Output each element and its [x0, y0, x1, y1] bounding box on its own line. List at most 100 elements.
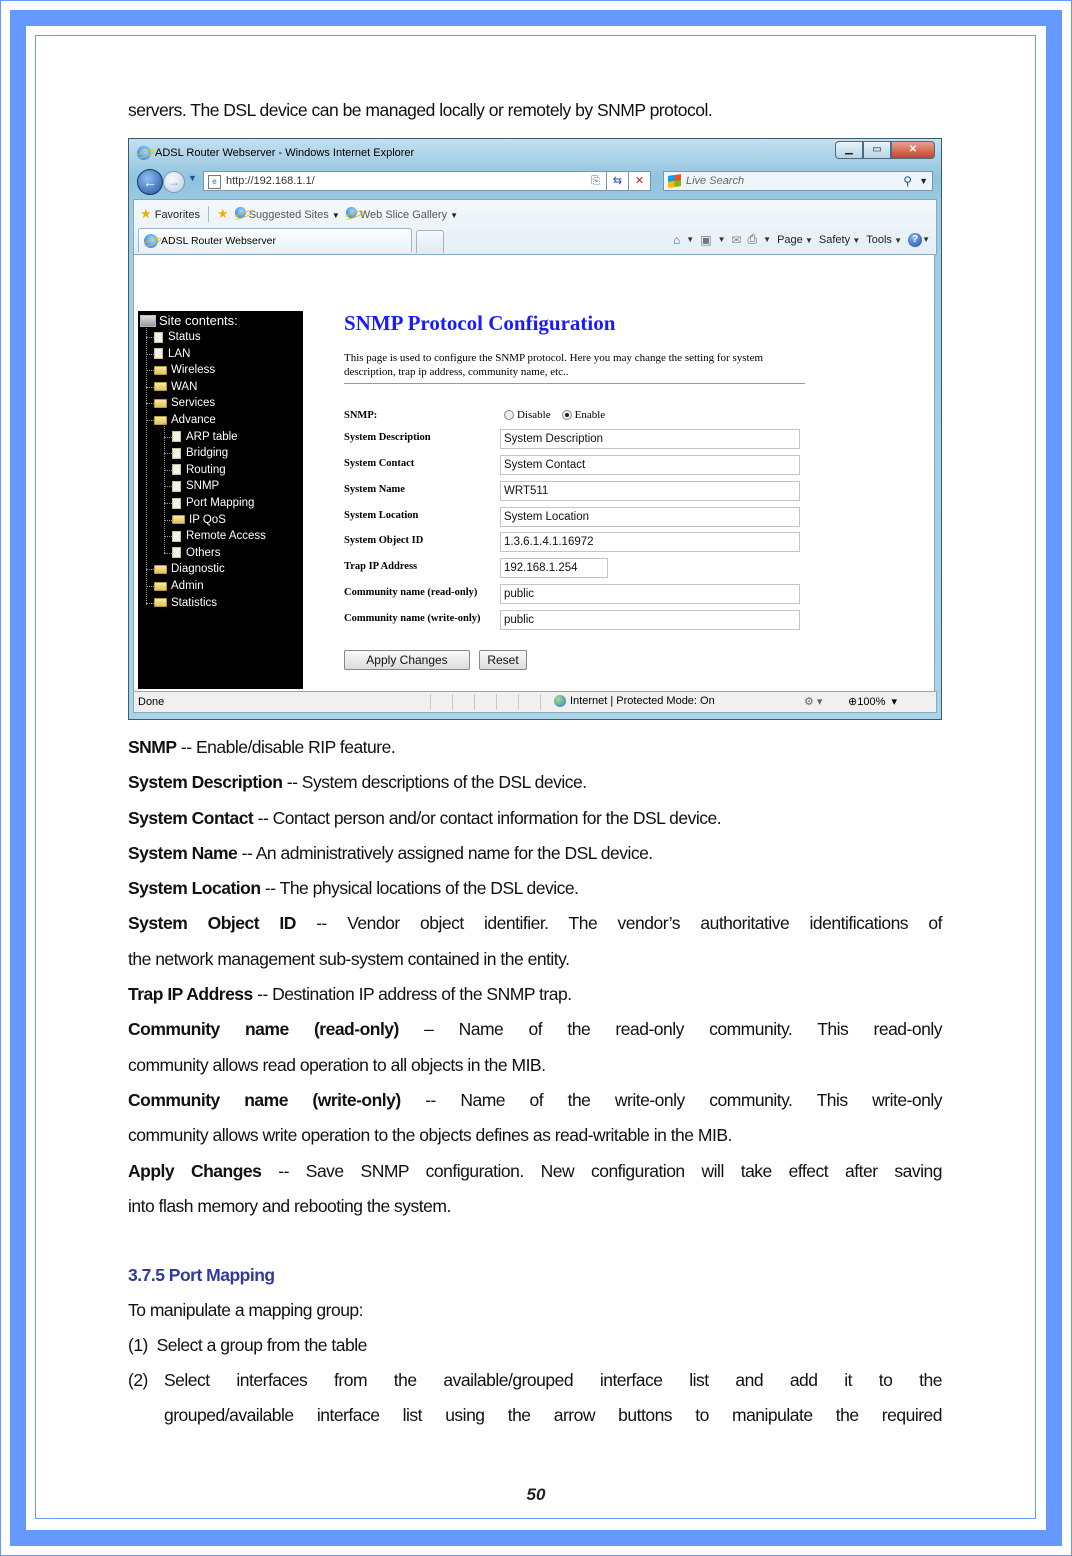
page-icon	[172, 480, 181, 492]
system-object-id-input[interactable]: 1.3.6.1.4.1.16972	[500, 532, 800, 552]
navigation-bar: ← → ▼ e http://192.168.1.1/ ▼ ⎘ ⇆ ✕ Live…	[137, 169, 935, 195]
back-button[interactable]: ←	[137, 169, 163, 195]
status-text: Done	[138, 696, 165, 708]
tools-menu[interactable]: Tools ▼	[866, 234, 902, 246]
compatibility-view-icon[interactable]: ⎘	[585, 171, 607, 191]
description-item: Trap IP Address -- Destination IP addres…	[128, 984, 572, 1004]
tree-line	[146, 602, 154, 604]
security-zone[interactable]: Internet | Protected Mode: On	[554, 695, 715, 707]
snmp-toggle-row: SNMP: Disable Enable	[344, 407, 804, 427]
definition: An administratively assigned name for th…	[255, 843, 653, 863]
recent-pages-dropdown[interactable]: ▼	[188, 173, 197, 183]
field-row: System Name WRT511	[344, 481, 804, 501]
feeds-icon[interactable]: ▣	[700, 233, 711, 247]
forward-button[interactable]: →	[163, 171, 185, 193]
tree-line	[146, 403, 154, 405]
section-intro: To manipulate a mapping group:	[128, 1300, 364, 1320]
divider	[452, 694, 453, 710]
description-item: System Name -- An administratively assig…	[128, 843, 653, 863]
sidebar-item-bridging[interactable]: Bridging	[172, 445, 228, 461]
page-icon: e	[208, 175, 221, 189]
sidebar-item-ip-qos[interactable]: IP QoS	[172, 512, 226, 528]
refresh-icon[interactable]: ⇆	[607, 171, 629, 191]
page-icon	[172, 530, 181, 542]
address-bar[interactable]: e http://192.168.1.1/ ▼	[203, 171, 643, 191]
system-location-input[interactable]: System Location	[500, 507, 800, 527]
safety-menu[interactable]: Safety ▼	[819, 234, 860, 246]
community-write-only-input[interactable]: public	[500, 610, 800, 630]
sidebar-item-others[interactable]: Others	[172, 545, 221, 561]
snmp-enable-radio[interactable]: Enable	[561, 409, 605, 421]
print-icon[interactable]: ⎙	[748, 232, 758, 247]
sidebar-item-status[interactable]: Status	[154, 329, 201, 345]
protected-mode-icon[interactable]: ⚙ ▾	[804, 695, 822, 708]
search-icon[interactable]: ⚲	[903, 172, 912, 190]
zoom-level[interactable]: ⊕100% ▾	[848, 695, 897, 708]
page-icon	[172, 547, 181, 559]
page-description: This page is used to configure the SNMP …	[344, 352, 764, 378]
page-menu[interactable]: Page ▼	[777, 234, 813, 246]
reset-button[interactable]: Reset	[479, 650, 527, 670]
term: SNMP	[128, 737, 177, 757]
sidebar-item-diagnostic[interactable]: Diagnostic	[154, 561, 225, 577]
tree-line	[146, 337, 154, 338]
definition: Name of the write-only community. This w…	[460, 1090, 942, 1110]
add-favorite-icon[interactable]: ★	[217, 206, 229, 222]
description-item: System Description -- System description…	[128, 772, 587, 792]
sidebar-item-arp-table[interactable]: ARP table	[172, 429, 238, 445]
maximize-button[interactable]: ▭	[863, 141, 891, 159]
folder-icon	[172, 515, 185, 525]
mail-icon[interactable]: ✉	[731, 233, 741, 247]
snmp-label: SNMP:	[344, 410, 378, 421]
sidebar-item-lan[interactable]: LAN	[154, 346, 190, 362]
tree-line	[164, 486, 172, 488]
sidebar-item-services[interactable]: Services	[154, 395, 215, 411]
system-description-input[interactable]: System Description	[500, 429, 800, 449]
new-tab-button[interactable]	[416, 230, 444, 253]
divider	[540, 694, 541, 710]
web-slice-gallery-link[interactable]: Web Slice Gallery ▼	[345, 207, 458, 221]
trap-ip-address-input[interactable]: 192.168.1.254	[500, 558, 608, 578]
home-icon[interactable]: ⌂	[673, 233, 680, 247]
favorites-button[interactable]: ★ Favorites	[140, 206, 200, 222]
term: Community name (read-only)	[128, 1019, 399, 1039]
minimize-button[interactable]: ▁	[835, 141, 863, 159]
field-label: Community name (write-only)	[344, 613, 481, 624]
suggested-sites-link[interactable]: Suggested Sites ▼	[234, 207, 340, 221]
ie-icon	[144, 234, 158, 248]
search-dropdown-icon[interactable]: ▼	[919, 172, 928, 190]
page-icon	[154, 348, 163, 360]
folder-icon	[154, 365, 167, 375]
system-name-input[interactable]: WRT511	[500, 481, 800, 501]
tab-adsl-router[interactable]: ADSL Router Webserver	[138, 228, 412, 252]
description-item: System Location -- The physical location…	[128, 878, 579, 898]
search-box[interactable]: Live Search ⚲ ▼	[663, 171, 933, 191]
server-icon	[140, 314, 156, 327]
snmp-disable-radio[interactable]: Disable	[504, 409, 551, 421]
community-read-only-input[interactable]: public	[500, 584, 800, 604]
sidebar-item-routing[interactable]: Routing	[172, 462, 226, 478]
sidebar-item-wan[interactable]: WAN	[154, 379, 197, 395]
tree-line	[164, 453, 172, 455]
close-button[interactable]: ✕	[891, 141, 935, 159]
help-menu[interactable]: ? ▼	[908, 232, 930, 247]
folder-icon	[154, 564, 167, 574]
page-icon	[172, 447, 181, 459]
command-bar: ★ Favorites ★ Suggested Sites ▼ Web Slic…	[133, 199, 937, 255]
sidebar-item-snmp[interactable]: SNMP	[172, 478, 219, 494]
tab-row: ADSL Router Webserver ⌂ ▼ ▣ ▼ ✉ ⎙ ▼ Page ▼ …	[138, 228, 934, 254]
apply-changes-button[interactable]: Apply Changes	[344, 650, 470, 670]
sidebar-item-statistics[interactable]: Statistics	[154, 595, 217, 611]
stop-icon[interactable]: ✕	[629, 171, 651, 191]
sidebar-item-port-mapping[interactable]: Port Mapping	[172, 495, 254, 511]
star-icon: ★	[140, 206, 152, 221]
system-contact-input[interactable]: System Contact	[500, 455, 800, 475]
home-dropdown-icon[interactable]: ▼	[686, 235, 694, 244]
tab-title: ADSL Router Webserver	[161, 235, 276, 247]
sidebar-item-wireless[interactable]: Wireless	[154, 362, 215, 378]
sidebar-item-admin[interactable]: Admin	[154, 578, 204, 594]
print-dropdown-icon[interactable]: ▼	[763, 235, 771, 244]
sidebar-item-remote-access[interactable]: Remote Access	[172, 528, 266, 544]
feeds-dropdown-icon[interactable]: ▼	[718, 235, 726, 244]
radio-icon	[504, 410, 514, 421]
